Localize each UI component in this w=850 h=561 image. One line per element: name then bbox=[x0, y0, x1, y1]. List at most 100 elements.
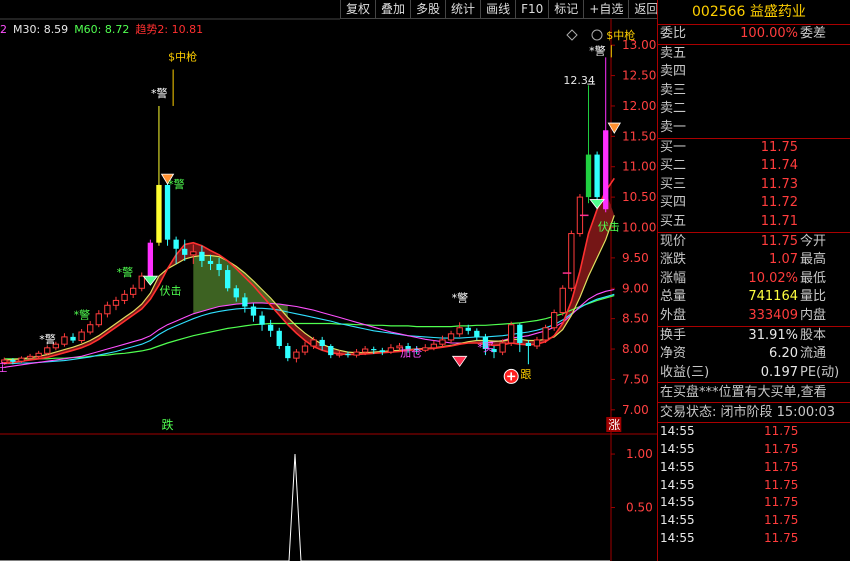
candle-body bbox=[18, 357, 25, 362]
f10-button[interactable]: F10 bbox=[515, 0, 549, 19]
list-item: 14:55 11.75 bbox=[660, 424, 799, 439]
list-item: 14:55 11.75 bbox=[660, 513, 799, 528]
date-marker: 涨 bbox=[608, 417, 620, 432]
candle-body bbox=[267, 324, 274, 331]
tick-list[interactable]: 14:55 11.75 14:55 11.75 14:55 11.75 14:55 11… bbox=[658, 423, 850, 548]
price-tick-label: 10.00 bbox=[622, 221, 656, 235]
chart-annotation: $中枪 bbox=[606, 28, 635, 42]
candle-body bbox=[216, 263, 222, 271]
restore-rights-button[interactable]: 复权 bbox=[340, 0, 376, 19]
stat-row: 现价 11.75 今开 bbox=[660, 233, 827, 249]
chart-background bbox=[0, 0, 657, 561]
candle-body bbox=[328, 346, 334, 356]
candle-body bbox=[285, 346, 291, 359]
list-item: 14:55 11.75 bbox=[660, 531, 799, 546]
chart-annotation: 跟 bbox=[520, 368, 531, 381]
chart-annotation: $中枪 bbox=[168, 49, 197, 63]
sell-row: 卖五 bbox=[660, 45, 687, 61]
candle-body bbox=[207, 260, 214, 264]
buy-row: 买二 11.74 bbox=[660, 158, 798, 174]
candle-body bbox=[447, 333, 455, 341]
candle-body bbox=[293, 351, 300, 359]
legend-prefix: 2 bbox=[0, 23, 7, 36]
candle-body bbox=[276, 330, 282, 346]
buy-row: 买一 11.75 bbox=[660, 139, 798, 155]
candle-body bbox=[568, 233, 575, 289]
buy-row: 买五 11.71 bbox=[660, 213, 798, 229]
candle-body bbox=[130, 287, 137, 295]
stock-name: 益盛药业 bbox=[749, 4, 806, 20]
list-item: 14:55 11.75 bbox=[660, 495, 799, 510]
quote-panel: 002566 益盛药业 委比 100.00% 委差 卖五 卖四 卖三 卖二 卖一 买… bbox=[657, 0, 850, 561]
candle-body bbox=[156, 184, 162, 243]
candle-body bbox=[422, 347, 429, 351]
sell-row: 卖三 bbox=[660, 82, 687, 98]
price-tick-label: 7.00 bbox=[622, 403, 649, 417]
candle-body bbox=[550, 312, 558, 329]
candle-body bbox=[173, 239, 179, 249]
price-tick-label: 8.50 bbox=[622, 312, 649, 326]
candle-body bbox=[542, 327, 549, 341]
candle-body bbox=[585, 154, 592, 198]
candle-body bbox=[112, 299, 120, 306]
candle-body bbox=[336, 353, 343, 356]
list-item: 14:55 11.75 bbox=[660, 459, 799, 474]
stock-header: 002566 益盛药业 bbox=[658, 0, 850, 25]
draw-line-button[interactable]: 画线 bbox=[480, 0, 516, 19]
price-tick-label: 7.50 bbox=[622, 372, 649, 386]
multi-stock-button[interactable]: 多股 bbox=[410, 0, 446, 19]
kline-chart[interactable]: 13.0012.5012.0011.5011.0010.5010.009.509… bbox=[0, 0, 657, 561]
mark-button[interactable]: 标记 bbox=[548, 0, 584, 19]
candle-body bbox=[439, 339, 446, 345]
buy-row: 买四 11.72 bbox=[660, 195, 798, 211]
candle-body bbox=[78, 331, 85, 342]
price-tick-label: 10.50 bbox=[622, 190, 656, 204]
price-tick-label: 11.50 bbox=[622, 129, 656, 143]
chart-annotation: *警 bbox=[151, 86, 168, 100]
candle-body bbox=[301, 345, 309, 353]
stats-block: 现价 11.75 今开 涨跌 1.07 最高 涨幅 10.02% 最低 总量 741164 量比… bbox=[658, 233, 850, 327]
candle-body bbox=[190, 251, 197, 256]
statistics-button[interactable]: 统计 bbox=[445, 0, 481, 19]
candle-body bbox=[371, 349, 377, 351]
candle-body bbox=[603, 130, 609, 210]
indicator-legend: 2 M30: 8.59 M60: 8.72 趋势2: 10.81 bbox=[0, 21, 209, 37]
buy-row: 买三 11.73 bbox=[660, 176, 798, 192]
candle-body bbox=[319, 339, 325, 346]
sell-book: 卖五 卖四 卖三 卖二 卖一 bbox=[658, 45, 850, 139]
candle-body bbox=[61, 336, 68, 345]
list-item: 14:55 11.75 bbox=[660, 477, 799, 492]
stat-row: 涨幅 10.02% 最低 bbox=[660, 270, 827, 286]
candle-body bbox=[474, 330, 480, 337]
sell-row: 卖一 bbox=[660, 119, 687, 135]
stat-row: 收益(三) 0.197 PE(动) bbox=[660, 364, 840, 380]
candle-body bbox=[104, 304, 111, 315]
candle-body bbox=[353, 351, 360, 356]
chart-annotation: *警 bbox=[168, 177, 185, 191]
chart-annotation: 庄 bbox=[0, 360, 7, 374]
candle-body bbox=[95, 313, 102, 326]
candle-body bbox=[517, 324, 523, 343]
big-order-notice[interactable]: 在买盘***位置有大买单,查看 bbox=[658, 383, 850, 404]
trade-status: 交易状态: 闭市阶段 15:00:03 bbox=[658, 403, 850, 424]
chart-annotation: *警 bbox=[117, 265, 133, 279]
chart-annotation: 加仓 bbox=[400, 345, 422, 359]
add-favorite-button[interactable]: +自选 bbox=[583, 0, 629, 19]
chart-annotation: *警 bbox=[452, 291, 469, 305]
chart-annotation: *警 bbox=[39, 332, 56, 346]
price-tick-label: 12.50 bbox=[622, 69, 656, 83]
chart-annotation: 12.34 bbox=[563, 74, 595, 87]
candle-body bbox=[147, 242, 154, 277]
candle-body bbox=[70, 336, 76, 341]
price-tick-label: 8.00 bbox=[622, 342, 649, 356]
sell-row: 卖二 bbox=[660, 101, 687, 117]
toolbar: 复权 叠加 多股 统计 画线 F10 标记 +自选 返回 bbox=[340, 0, 664, 19]
candle-body bbox=[182, 248, 188, 255]
candle-body bbox=[138, 275, 145, 289]
candle-body bbox=[456, 327, 463, 335]
candle-body bbox=[164, 184, 171, 240]
stat-row: 外盘 333409 内盘 bbox=[660, 307, 827, 323]
stat-row: 换手 31.91% 股本 bbox=[660, 327, 827, 343]
buy-book: 买一 11.75 买二 11.74 买三 11.73 买四 11.72 买五 11.71 bbox=[658, 139, 850, 233]
overlay-button[interactable]: 叠加 bbox=[375, 0, 411, 19]
